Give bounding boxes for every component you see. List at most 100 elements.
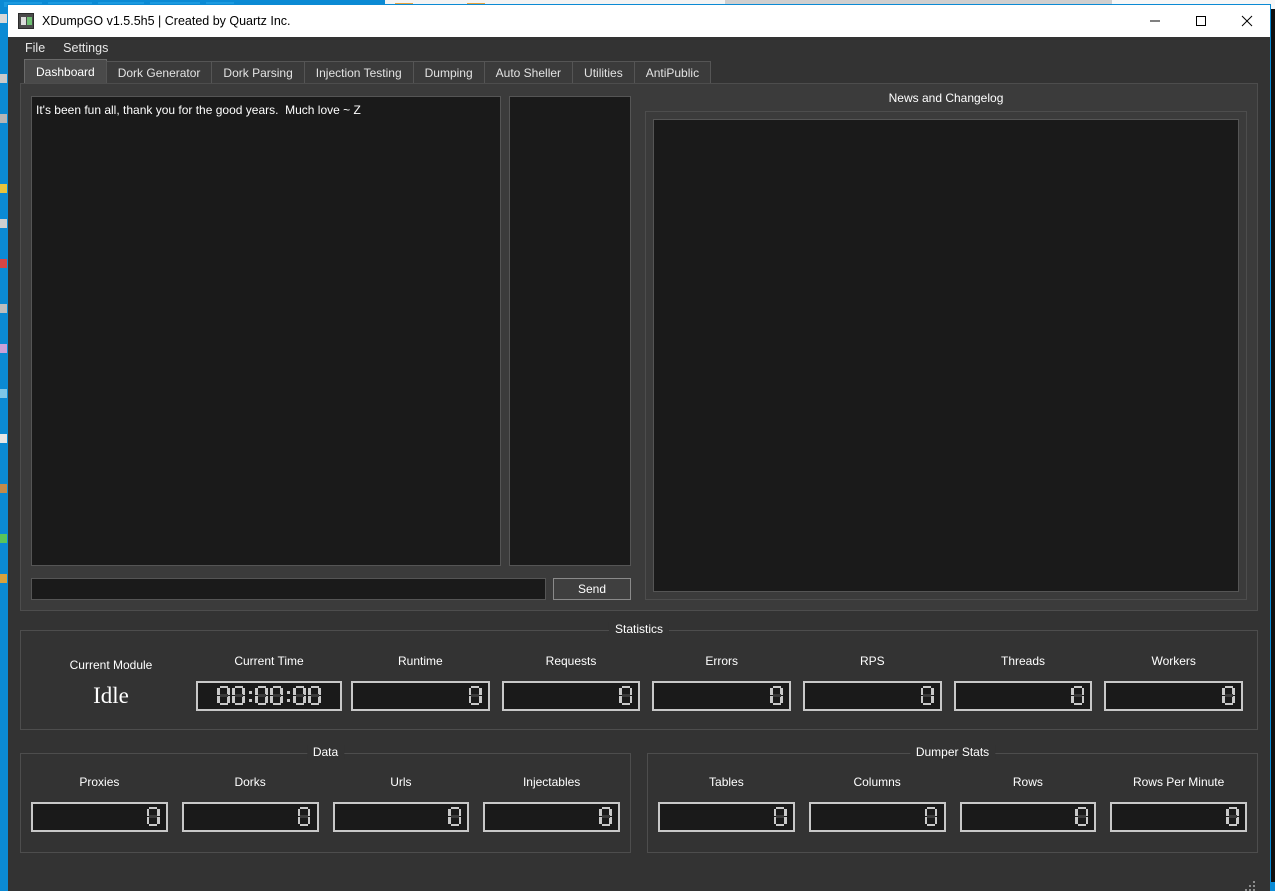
dumper-columns: Columns (809, 775, 946, 832)
stat-label: Current Time (234, 654, 303, 668)
chat-boxes: It's been fun all, thank you for the goo… (31, 96, 631, 566)
tab-bar: Dashboard Dork Generator Dork Parsing In… (8, 59, 1270, 83)
stat-requests: Requests (496, 650, 647, 711)
desktop-icon[interactable] (0, 434, 7, 443)
lcd-digit (308, 686, 321, 706)
desktop-icon[interactable] (0, 114, 7, 123)
stat-label: Errors (705, 654, 738, 668)
proxies-display (31, 802, 168, 832)
stat-label: Injectables (523, 775, 580, 789)
desktop-icon[interactable] (0, 389, 7, 398)
stat-label: Columns (853, 775, 900, 789)
tab-dumping[interactable]: Dumping (413, 61, 485, 83)
news-title: News and Changelog (645, 88, 1247, 111)
chat-user-list[interactable] (509, 96, 631, 566)
tab-auto-sheller[interactable]: Auto Sheller (484, 61, 573, 83)
stat-current-time: Current Time (193, 650, 345, 711)
desktop-icon[interactable] (0, 304, 7, 313)
lcd-digit (619, 686, 632, 706)
tab-dashboard[interactable]: Dashboard (24, 59, 107, 83)
desktop-icon[interactable] (0, 14, 7, 23)
stat-label: Workers (1151, 654, 1195, 668)
tab-injection-testing[interactable]: Injection Testing (304, 61, 414, 83)
data-group: Data Proxies Dorks Urls Inj (20, 753, 631, 853)
title-bar[interactable]: XDumpGO v1.5.5h5 | Created by Quartz Inc… (8, 5, 1270, 37)
rows-display (960, 802, 1097, 832)
send-button[interactable]: Send (553, 578, 631, 600)
desktop-icon[interactable] (0, 184, 7, 193)
data-dorks: Dorks (182, 775, 319, 832)
lcd-digit (921, 686, 934, 706)
lcd-digit (774, 807, 787, 827)
dorks-display (182, 802, 319, 832)
injectables-display (483, 802, 620, 832)
tab-antipublic[interactable]: AntiPublic (634, 61, 711, 83)
dashboard-content: It's been fun all, thank you for the goo… (8, 83, 1270, 891)
window-title: XDumpGO v1.5.5h5 | Created by Quartz Inc… (42, 14, 1132, 28)
lcd-digit (1075, 807, 1088, 827)
app-icon (18, 13, 34, 29)
stat-errors: Errors (646, 650, 797, 711)
rps-display (803, 681, 942, 711)
chat-input-row: Send (31, 578, 631, 600)
desktop-icon[interactable] (0, 534, 7, 543)
menu-item-file[interactable]: File (16, 39, 54, 57)
chat-log[interactable]: It's been fun all, thank you for the goo… (31, 96, 501, 566)
stat-workers: Workers (1098, 650, 1249, 711)
lcd-digit (270, 686, 283, 706)
workers-display (1104, 681, 1243, 711)
lcd-digit (469, 686, 482, 706)
data-group-title: Data (307, 745, 344, 759)
menu-item-settings[interactable]: Settings (54, 39, 117, 57)
tab-dork-parsing[interactable]: Dork Parsing (211, 61, 304, 83)
desktop-icon[interactable] (0, 484, 7, 493)
desktop-icon[interactable] (0, 344, 7, 353)
desktop-icon[interactable] (0, 259, 7, 268)
stat-label: Tables (709, 775, 744, 789)
stat-label: Dorks (234, 775, 265, 789)
errors-display (652, 681, 791, 711)
dumper-rows: Rows (960, 775, 1097, 832)
lcd-colon (285, 686, 291, 706)
lcd-digit (925, 807, 938, 827)
application-window: XDumpGO v1.5.5h5 | Created by Quartz Inc… (7, 4, 1271, 882)
stat-label: RPS (860, 654, 885, 668)
news-frame (645, 111, 1247, 600)
lcd-digit (217, 686, 230, 706)
minimize-button[interactable] (1132, 5, 1178, 37)
maximize-button[interactable] (1178, 5, 1224, 37)
stat-label: Runtime (398, 654, 443, 668)
lcd-digit (448, 807, 461, 827)
current-time-display (196, 681, 342, 711)
stat-label: Rows Per Minute (1133, 775, 1224, 789)
tab-dork-generator[interactable]: Dork Generator (106, 61, 213, 83)
dumper-tables: Tables (658, 775, 795, 832)
threads-display (954, 681, 1093, 711)
stat-label: Requests (546, 654, 597, 668)
data-urls: Urls (333, 775, 470, 832)
desktop-icon[interactable] (0, 74, 7, 83)
resize-grip-icon[interactable] (1242, 878, 1255, 891)
lcd-digit (1226, 807, 1239, 827)
stat-label: Threads (1001, 654, 1045, 668)
desktop-icon[interactable] (0, 219, 7, 228)
lcd-digit (298, 807, 311, 827)
data-row: Proxies Dorks Urls Injectables (21, 754, 630, 852)
lcd-digit (255, 686, 268, 706)
lcd-digit (770, 686, 783, 706)
tab-utilities[interactable]: Utilities (572, 61, 635, 83)
stat-runtime: Runtime (345, 650, 496, 711)
statistics-title: Statistics (609, 622, 669, 636)
news-panel: News and Changelog (641, 84, 1257, 610)
dumper-stats-group: Dumper Stats Tables Columns Rows (647, 753, 1258, 853)
stat-label: Current Module (70, 658, 153, 672)
desktop-icon[interactable] (0, 574, 7, 583)
current-module-value: Idle (93, 685, 129, 707)
chat-input[interactable] (31, 578, 546, 600)
menu-bar: File Settings (8, 37, 1270, 59)
columns-display (809, 802, 946, 832)
statistics-group: Statistics Current Module Idle Current T… (20, 630, 1258, 730)
chat-panel: It's been fun all, thank you for the goo… (21, 84, 641, 610)
close-button[interactable] (1224, 5, 1270, 37)
news-body[interactable] (653, 119, 1239, 592)
